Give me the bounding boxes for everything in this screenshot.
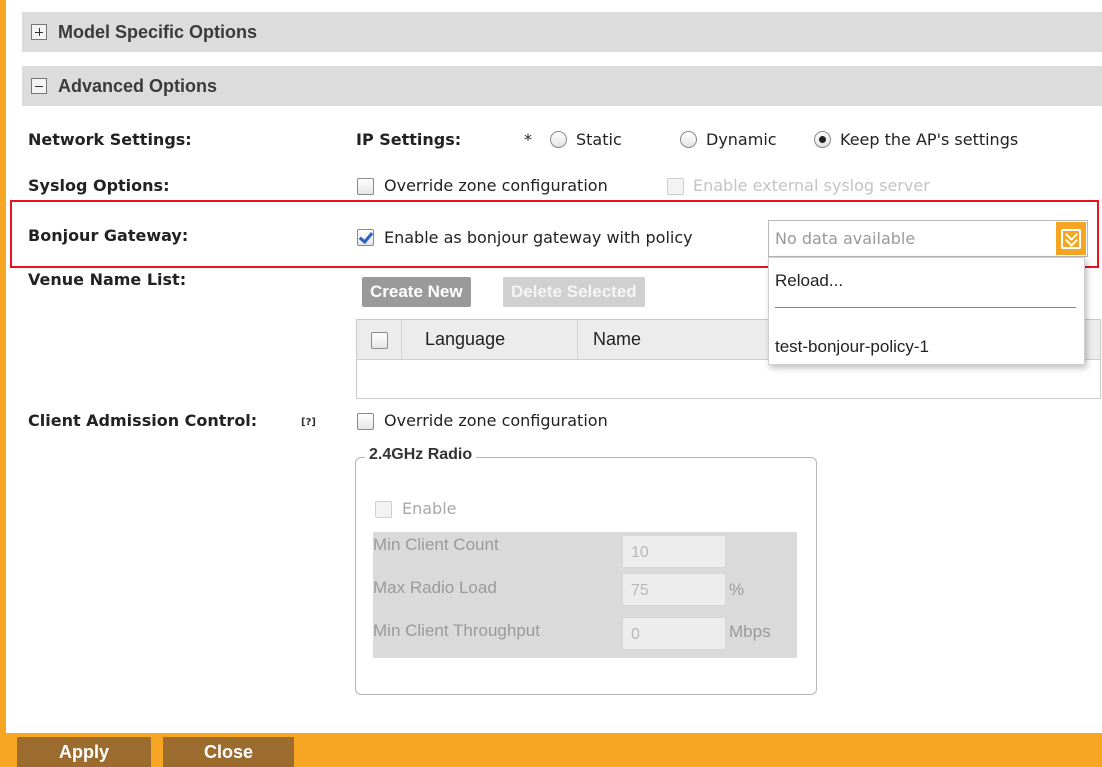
enable-external-syslog-checkbox[interactable] (667, 178, 684, 195)
bonjour-enable-label: Enable as bonjour gateway with policy (384, 228, 693, 247)
apply-button[interactable]: Apply (17, 737, 151, 767)
client-admission-override-label: Override zone configuration (384, 411, 608, 430)
double-chevron-down-icon (1061, 228, 1081, 249)
select-all-checkbox[interactable] (371, 332, 388, 349)
venue-name-list-label: Venue Name List: (28, 270, 187, 289)
column-divider (401, 320, 402, 360)
min-client-count-label: Min Client Count (373, 535, 499, 554)
radio-dynamic-label: Dynamic (706, 130, 777, 149)
bonjour-policy-placeholder: No data available (775, 229, 916, 248)
radio-keep-ap-settings[interactable] (814, 131, 831, 148)
section-title: Advanced Options (58, 75, 218, 96)
client-admission-override-checkbox[interactable] (357, 413, 374, 430)
section-title: Model Specific Options (58, 21, 258, 42)
left-accent-bar (0, 0, 6, 767)
bonjour-enable-checkbox[interactable] (357, 229, 374, 246)
network-settings-label: Network Settings: (28, 130, 192, 149)
bonjour-policy-dropdown-list: Reload... test-bonjour-policy-1 (768, 257, 1085, 365)
section-advanced-options[interactable]: Advanced Options (22, 66, 1102, 106)
syslog-override-checkbox[interactable] (357, 178, 374, 195)
ip-settings-label: IP Settings: (356, 130, 462, 149)
radio-static[interactable] (550, 131, 567, 148)
syslog-override-label: Override zone configuration (384, 176, 608, 195)
collapse-icon[interactable] (31, 78, 47, 94)
min-client-throughput-input[interactable]: 0 (622, 617, 726, 650)
column-language[interactable]: Language (425, 329, 505, 350)
section-model-specific-options[interactable]: Model Specific Options (22, 12, 1102, 52)
column-divider (577, 320, 578, 360)
client-admission-control-label: Client Admission Control: (28, 411, 258, 430)
min-client-throughput-unit: Mbps (729, 622, 771, 641)
radio-static-label: Static (576, 130, 622, 149)
max-radio-load-input[interactable]: 75 (622, 573, 726, 606)
dropdown-item-policy[interactable]: test-bonjour-policy-1 (775, 337, 929, 357)
expand-icon[interactable] (31, 24, 47, 40)
create-new-button[interactable]: Create New (362, 277, 471, 307)
help-link[interactable]: [?] (301, 417, 316, 428)
required-marker: * (524, 130, 532, 149)
bonjour-policy-select[interactable]: No data available (768, 220, 1088, 257)
syslog-options-label: Syslog Options: (28, 176, 170, 195)
radio-enable-label: Enable (402, 499, 457, 518)
max-radio-load-label: Max Radio Load (373, 578, 497, 597)
column-name[interactable]: Name (593, 329, 641, 350)
bonjour-gateway-label: Bonjour Gateway: (28, 226, 189, 245)
dropdown-item-reload[interactable]: Reload... (775, 271, 843, 291)
min-client-throughput-label: Min Client Throughput (373, 621, 540, 640)
radio-dynamic[interactable] (680, 131, 697, 148)
dropdown-toggle-button[interactable] (1056, 222, 1086, 255)
max-radio-load-unit: % (729, 580, 745, 599)
close-button[interactable]: Close (163, 737, 294, 767)
enable-external-syslog-label: Enable external syslog server (693, 176, 930, 195)
radio-enable-checkbox[interactable] (375, 501, 392, 518)
radio-keep-ap-settings-label: Keep the AP's settings (840, 130, 1019, 149)
delete-selected-button[interactable]: Delete Selected (503, 277, 645, 307)
min-client-count-input[interactable]: 10 (622, 535, 726, 568)
radio-24ghz-title: 2.4GHz Radio (365, 446, 477, 464)
dropdown-divider (775, 307, 1076, 308)
